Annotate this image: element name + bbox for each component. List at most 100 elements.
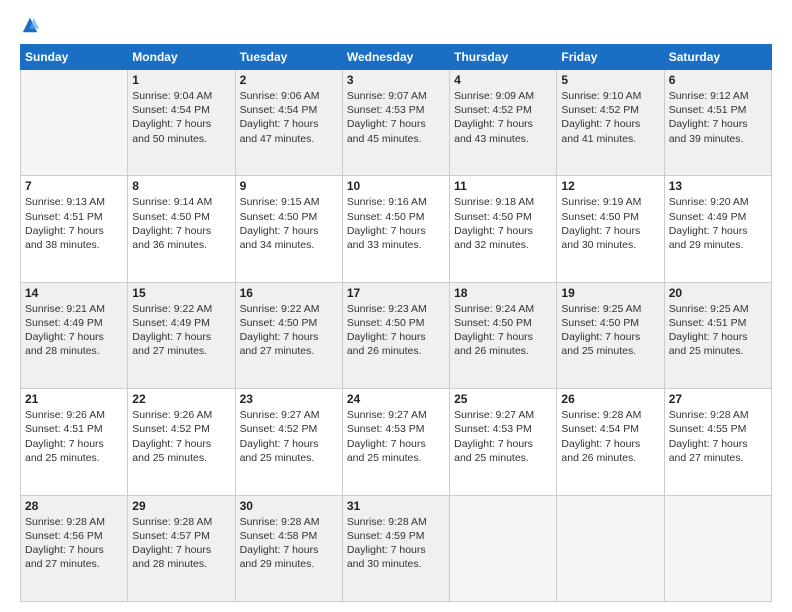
day-info: Sunrise: 9:25 AM Sunset: 4:50 PM Dayligh… bbox=[561, 302, 659, 359]
calendar-cell: 28 Sunrise: 9:28 AM Sunset: 4:56 PM Dayli… bbox=[21, 495, 128, 601]
day-number: 4 bbox=[454, 73, 552, 87]
calendar-row-2: 7Sunrise: 9:13 AM Sunset: 4:51 PM Daylig… bbox=[21, 176, 772, 282]
day-info: Sunrise: 9:09 AM Sunset: 4:52 PM Dayligh… bbox=[454, 89, 552, 146]
day-info: Sunrise: 9:19 AM Sunset: 4:50 PM Dayligh… bbox=[561, 195, 659, 252]
day-info: Sunrise: 9:23 AM Sunset: 4:50 PM Dayligh… bbox=[347, 302, 445, 359]
calendar-cell: 1 Sunrise: 9:04 AM Sunset: 4:54 PM Daylig… bbox=[128, 70, 235, 176]
calendar: SundayMondayTuesdayWednesdayThursdayFrid… bbox=[20, 44, 772, 602]
header bbox=[20, 16, 772, 34]
day-number: 23 bbox=[240, 392, 338, 406]
calendar-cell: 4 Sunrise: 9:09 AM Sunset: 4:52 PM Daylig… bbox=[450, 70, 557, 176]
calendar-cell bbox=[557, 495, 664, 601]
day-number: 6 bbox=[669, 73, 767, 87]
day-info: Sunrise: 9:27 AM Sunset: 4:53 PM Dayligh… bbox=[347, 408, 445, 465]
day-number: 14 bbox=[25, 286, 123, 300]
day-info: Sunrise: 9:24 AM Sunset: 4:50 PM Dayligh… bbox=[454, 302, 552, 359]
day-info: Sunrise: 9:18 AM Sunset: 4:50 PM Dayligh… bbox=[454, 195, 552, 252]
day-info: Sunrise: 9:28 AM Sunset: 4:59 PM Dayligh… bbox=[347, 515, 445, 572]
calendar-cell: 27 Sunrise: 9:28 AM Sunset: 4:55 PM Dayli… bbox=[664, 389, 771, 495]
calendar-cell: 9 Sunrise: 9:15 AM Sunset: 4:50 PM Daylig… bbox=[235, 176, 342, 282]
calendar-cell: 12 Sunrise: 9:19 AM Sunset: 4:50 PM Dayli… bbox=[557, 176, 664, 282]
weekday-header-tuesday: Tuesday bbox=[235, 45, 342, 70]
calendar-cell: 11 Sunrise: 9:18 AM Sunset: 4:50 PM Dayli… bbox=[450, 176, 557, 282]
calendar-cell bbox=[450, 495, 557, 601]
day-number: 15 bbox=[132, 286, 230, 300]
day-number: 13 bbox=[669, 179, 767, 193]
day-number: 21 bbox=[25, 392, 123, 406]
day-info: Sunrise: 9:26 AM Sunset: 4:51 PM Dayligh… bbox=[25, 408, 123, 465]
calendar-cell: 13 Sunrise: 9:20 AM Sunset: 4:49 PM Dayli… bbox=[664, 176, 771, 282]
day-number: 18 bbox=[454, 286, 552, 300]
day-number: 29 bbox=[132, 499, 230, 513]
day-number: 2 bbox=[240, 73, 338, 87]
calendar-cell: 15 Sunrise: 9:22 AM Sunset: 4:49 PM Dayli… bbox=[128, 282, 235, 388]
day-info: Sunrise: 9:13 AM Sunset: 4:51 PM Dayligh… bbox=[25, 195, 123, 252]
day-info: Sunrise: 9:07 AM Sunset: 4:53 PM Dayligh… bbox=[347, 89, 445, 146]
day-info: Sunrise: 9:14 AM Sunset: 4:50 PM Dayligh… bbox=[132, 195, 230, 252]
calendar-cell: 7Sunrise: 9:13 AM Sunset: 4:51 PM Daylig… bbox=[21, 176, 128, 282]
day-number: 12 bbox=[561, 179, 659, 193]
day-info: Sunrise: 9:16 AM Sunset: 4:50 PM Dayligh… bbox=[347, 195, 445, 252]
day-number: 1 bbox=[132, 73, 230, 87]
calendar-cell: 21 Sunrise: 9:26 AM Sunset: 4:51 PM Dayli… bbox=[21, 389, 128, 495]
day-number: 3 bbox=[347, 73, 445, 87]
day-number: 30 bbox=[240, 499, 338, 513]
day-info: Sunrise: 9:06 AM Sunset: 4:54 PM Dayligh… bbox=[240, 89, 338, 146]
calendar-cell: 10 Sunrise: 9:16 AM Sunset: 4:50 PM Dayli… bbox=[342, 176, 449, 282]
calendar-cell: 22 Sunrise: 9:26 AM Sunset: 4:52 PM Dayli… bbox=[128, 389, 235, 495]
calendar-cell: 24Sunrise: 9:27 AM Sunset: 4:53 PM Dayli… bbox=[342, 389, 449, 495]
day-number: 20 bbox=[669, 286, 767, 300]
calendar-cell: 31 Sunrise: 9:28 AM Sunset: 4:59 PM Dayli… bbox=[342, 495, 449, 601]
day-number: 10 bbox=[347, 179, 445, 193]
day-number: 25 bbox=[454, 392, 552, 406]
day-info: Sunrise: 9:25 AM Sunset: 4:51 PM Dayligh… bbox=[669, 302, 767, 359]
logo bbox=[20, 16, 40, 34]
calendar-cell bbox=[664, 495, 771, 601]
day-info: Sunrise: 9:10 AM Sunset: 4:52 PM Dayligh… bbox=[561, 89, 659, 146]
day-info: Sunrise: 9:28 AM Sunset: 4:54 PM Dayligh… bbox=[561, 408, 659, 465]
weekday-header-saturday: Saturday bbox=[664, 45, 771, 70]
weekday-header-sunday: Sunday bbox=[21, 45, 128, 70]
day-info: Sunrise: 9:27 AM Sunset: 4:53 PM Dayligh… bbox=[454, 408, 552, 465]
day-info: Sunrise: 9:20 AM Sunset: 4:49 PM Dayligh… bbox=[669, 195, 767, 252]
day-number: 11 bbox=[454, 179, 552, 193]
day-info: Sunrise: 9:27 AM Sunset: 4:52 PM Dayligh… bbox=[240, 408, 338, 465]
calendar-cell: 8Sunrise: 9:14 AM Sunset: 4:50 PM Daylig… bbox=[128, 176, 235, 282]
calendar-cell bbox=[21, 70, 128, 176]
day-info: Sunrise: 9:21 AM Sunset: 4:49 PM Dayligh… bbox=[25, 302, 123, 359]
day-number: 16 bbox=[240, 286, 338, 300]
calendar-cell: 16Sunrise: 9:22 AM Sunset: 4:50 PM Dayli… bbox=[235, 282, 342, 388]
logo-icon bbox=[21, 16, 39, 34]
calendar-cell: 14 Sunrise: 9:21 AM Sunset: 4:49 PM Dayli… bbox=[21, 282, 128, 388]
day-number: 9 bbox=[240, 179, 338, 193]
day-info: Sunrise: 9:28 AM Sunset: 4:58 PM Dayligh… bbox=[240, 515, 338, 572]
weekday-header-friday: Friday bbox=[557, 45, 664, 70]
page: SundayMondayTuesdayWednesdayThursdayFrid… bbox=[0, 0, 792, 612]
day-info: Sunrise: 9:12 AM Sunset: 4:51 PM Dayligh… bbox=[669, 89, 767, 146]
day-info: Sunrise: 9:04 AM Sunset: 4:54 PM Dayligh… bbox=[132, 89, 230, 146]
day-info: Sunrise: 9:28 AM Sunset: 4:57 PM Dayligh… bbox=[132, 515, 230, 572]
calendar-cell: 3 Sunrise: 9:07 AM Sunset: 4:53 PM Daylig… bbox=[342, 70, 449, 176]
day-info: Sunrise: 9:28 AM Sunset: 4:56 PM Dayligh… bbox=[25, 515, 123, 572]
calendar-cell: 20 Sunrise: 9:25 AM Sunset: 4:51 PM Dayli… bbox=[664, 282, 771, 388]
calendar-cell: 23 Sunrise: 9:27 AM Sunset: 4:52 PM Dayli… bbox=[235, 389, 342, 495]
calendar-row-4: 21 Sunrise: 9:26 AM Sunset: 4:51 PM Dayli… bbox=[21, 389, 772, 495]
day-number: 27 bbox=[669, 392, 767, 406]
weekday-header-thursday: Thursday bbox=[450, 45, 557, 70]
day-number: 22 bbox=[132, 392, 230, 406]
day-number: 31 bbox=[347, 499, 445, 513]
day-info: Sunrise: 9:28 AM Sunset: 4:55 PM Dayligh… bbox=[669, 408, 767, 465]
day-number: 5 bbox=[561, 73, 659, 87]
day-number: 26 bbox=[561, 392, 659, 406]
day-number: 17 bbox=[347, 286, 445, 300]
calendar-cell: 6 Sunrise: 9:12 AM Sunset: 4:51 PM Daylig… bbox=[664, 70, 771, 176]
day-info: Sunrise: 9:22 AM Sunset: 4:49 PM Dayligh… bbox=[132, 302, 230, 359]
day-info: Sunrise: 9:26 AM Sunset: 4:52 PM Dayligh… bbox=[132, 408, 230, 465]
calendar-cell: 17 Sunrise: 9:23 AM Sunset: 4:50 PM Dayli… bbox=[342, 282, 449, 388]
day-number: 19 bbox=[561, 286, 659, 300]
calendar-row-1: 1 Sunrise: 9:04 AM Sunset: 4:54 PM Daylig… bbox=[21, 70, 772, 176]
day-number: 28 bbox=[25, 499, 123, 513]
day-info: Sunrise: 9:15 AM Sunset: 4:50 PM Dayligh… bbox=[240, 195, 338, 252]
calendar-cell: 26 Sunrise: 9:28 AM Sunset: 4:54 PM Dayli… bbox=[557, 389, 664, 495]
weekday-header-monday: Monday bbox=[128, 45, 235, 70]
